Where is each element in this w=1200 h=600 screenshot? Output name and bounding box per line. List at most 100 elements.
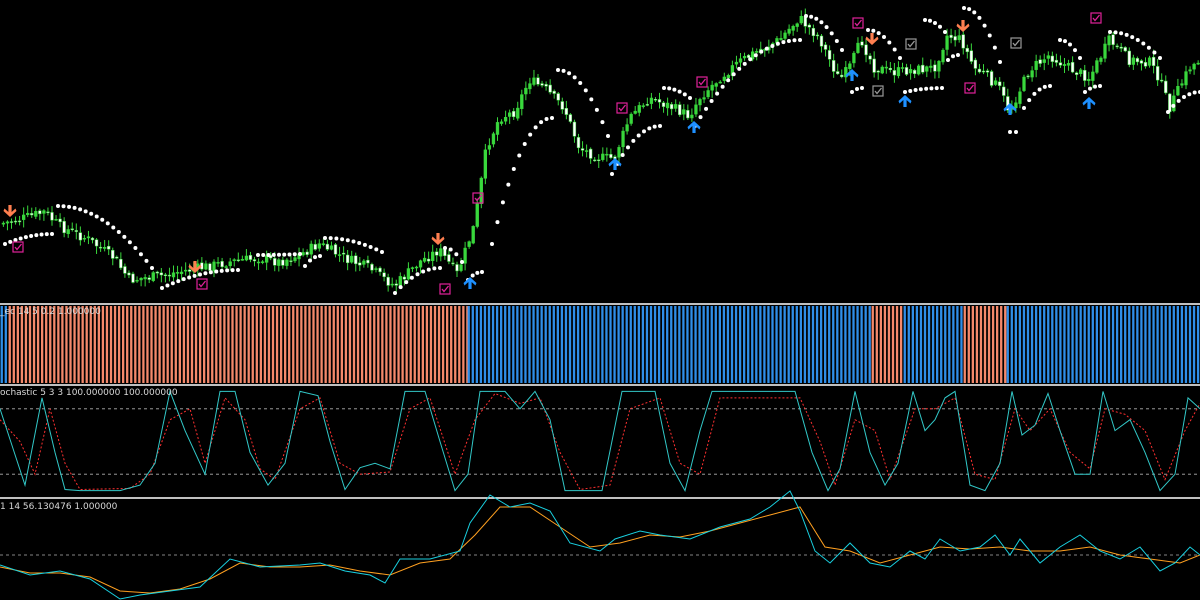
candle-body: [175, 272, 180, 274]
sar-dot: [1187, 92, 1192, 97]
sar-dot: [1027, 98, 1032, 103]
histogram-bar: [8, 306, 11, 383]
candle-body: [609, 154, 613, 158]
candle-body: [62, 221, 66, 234]
sar-dot: [924, 86, 929, 91]
sar-dot: [814, 16, 819, 21]
candle-body: [734, 61, 739, 65]
candle-body: [783, 32, 787, 39]
candle-body: [572, 121, 577, 137]
sar-dot: [770, 43, 775, 48]
sar-dot: [67, 204, 72, 209]
sar-dot: [214, 269, 219, 274]
sar-dot: [742, 61, 747, 66]
candle-body: [317, 243, 321, 249]
sar-dot: [1022, 106, 1026, 110]
candle-body: [811, 27, 816, 36]
candle-body: [1066, 63, 1071, 66]
histogram-bar: [122, 306, 125, 383]
histogram-bar: [589, 306, 592, 383]
candle-body: [1192, 63, 1196, 70]
histogram-bar: [77, 306, 80, 383]
candle-body: [1030, 70, 1034, 78]
sar-dot: [882, 35, 886, 39]
sar-dot: [1108, 30, 1112, 34]
candle-body: [216, 262, 220, 264]
histogram-bar: [1168, 306, 1171, 383]
sar-dot: [323, 236, 327, 240]
candle-body: [799, 16, 803, 24]
candle-body: [362, 260, 366, 265]
histogram-bar: [1180, 306, 1184, 383]
sar-dot: [198, 272, 202, 277]
candle-body: [228, 261, 232, 267]
sar-dot: [522, 142, 527, 147]
histogram-bar: [405, 306, 408, 383]
sar-dot: [490, 242, 494, 246]
histogram-bar: [751, 306, 754, 383]
sar-dot: [475, 270, 480, 275]
histogram-bar: [747, 306, 750, 383]
candle-body: [503, 117, 508, 122]
sar-dot: [550, 116, 554, 120]
candle-body: [925, 66, 929, 72]
candle-body: [394, 283, 398, 286]
histogram-bar: [706, 306, 709, 383]
candle-body: [236, 259, 240, 262]
trading-chart[interactable]: [0, 0, 1200, 600]
histogram-bar: [12, 306, 15, 383]
sar-dot: [786, 38, 791, 43]
sar-dot: [357, 241, 362, 246]
candle-body: [346, 254, 350, 264]
histogram-bar: [324, 306, 327, 383]
candle-body: [341, 252, 346, 255]
sar-dot: [682, 92, 687, 97]
histogram-bar: [963, 306, 966, 383]
histogram-bar: [743, 306, 746, 383]
histogram-bar: [891, 306, 895, 383]
sar-dot: [923, 18, 927, 22]
candle-body: [455, 264, 459, 272]
histogram-bar: [198, 306, 202, 383]
histogram-bar: [593, 306, 596, 383]
histogram-bar: [609, 306, 612, 383]
candle-body: [1123, 47, 1127, 52]
candle-body: [933, 64, 937, 72]
candle-body: [418, 260, 423, 268]
candle-body: [1127, 50, 1131, 65]
candle-body: [1079, 69, 1083, 75]
histogram-bar: [320, 306, 323, 383]
candle-body: [787, 28, 791, 34]
candle-body: [281, 259, 285, 266]
candle-body: [641, 105, 645, 107]
sar-dot: [1063, 39, 1067, 44]
sar-dot: [840, 48, 844, 52]
histogram-bar: [271, 306, 275, 383]
candle-body: [791, 26, 795, 31]
candle-body: [313, 244, 317, 250]
candle-body: [929, 65, 933, 68]
histogram-bar: [1120, 306, 1123, 383]
histogram-bar: [279, 306, 283, 383]
sar-dot: [1058, 38, 1062, 42]
candle-body: [184, 269, 188, 272]
candle-body: [1095, 60, 1099, 73]
candle-body: [370, 264, 374, 271]
sar-dot: [1032, 91, 1037, 96]
candle-body: [305, 251, 309, 255]
histogram-bar: [61, 306, 64, 383]
histogram-bar: [722, 306, 726, 383]
histogram-bar: [952, 306, 955, 383]
histogram-bar: [73, 306, 76, 383]
histogram-bar: [296, 306, 299, 383]
histogram-bar: [215, 306, 218, 383]
histogram-bar: [1156, 306, 1159, 383]
histogram-bar: [956, 306, 959, 383]
candle-body: [1111, 34, 1115, 45]
candle-body: [597, 159, 601, 162]
histogram-bar: [1006, 306, 1009, 383]
candle-body: [1, 222, 6, 225]
histogram-bar: [528, 306, 531, 383]
candle-body: [1119, 46, 1123, 49]
candle-body: [1115, 45, 1119, 48]
